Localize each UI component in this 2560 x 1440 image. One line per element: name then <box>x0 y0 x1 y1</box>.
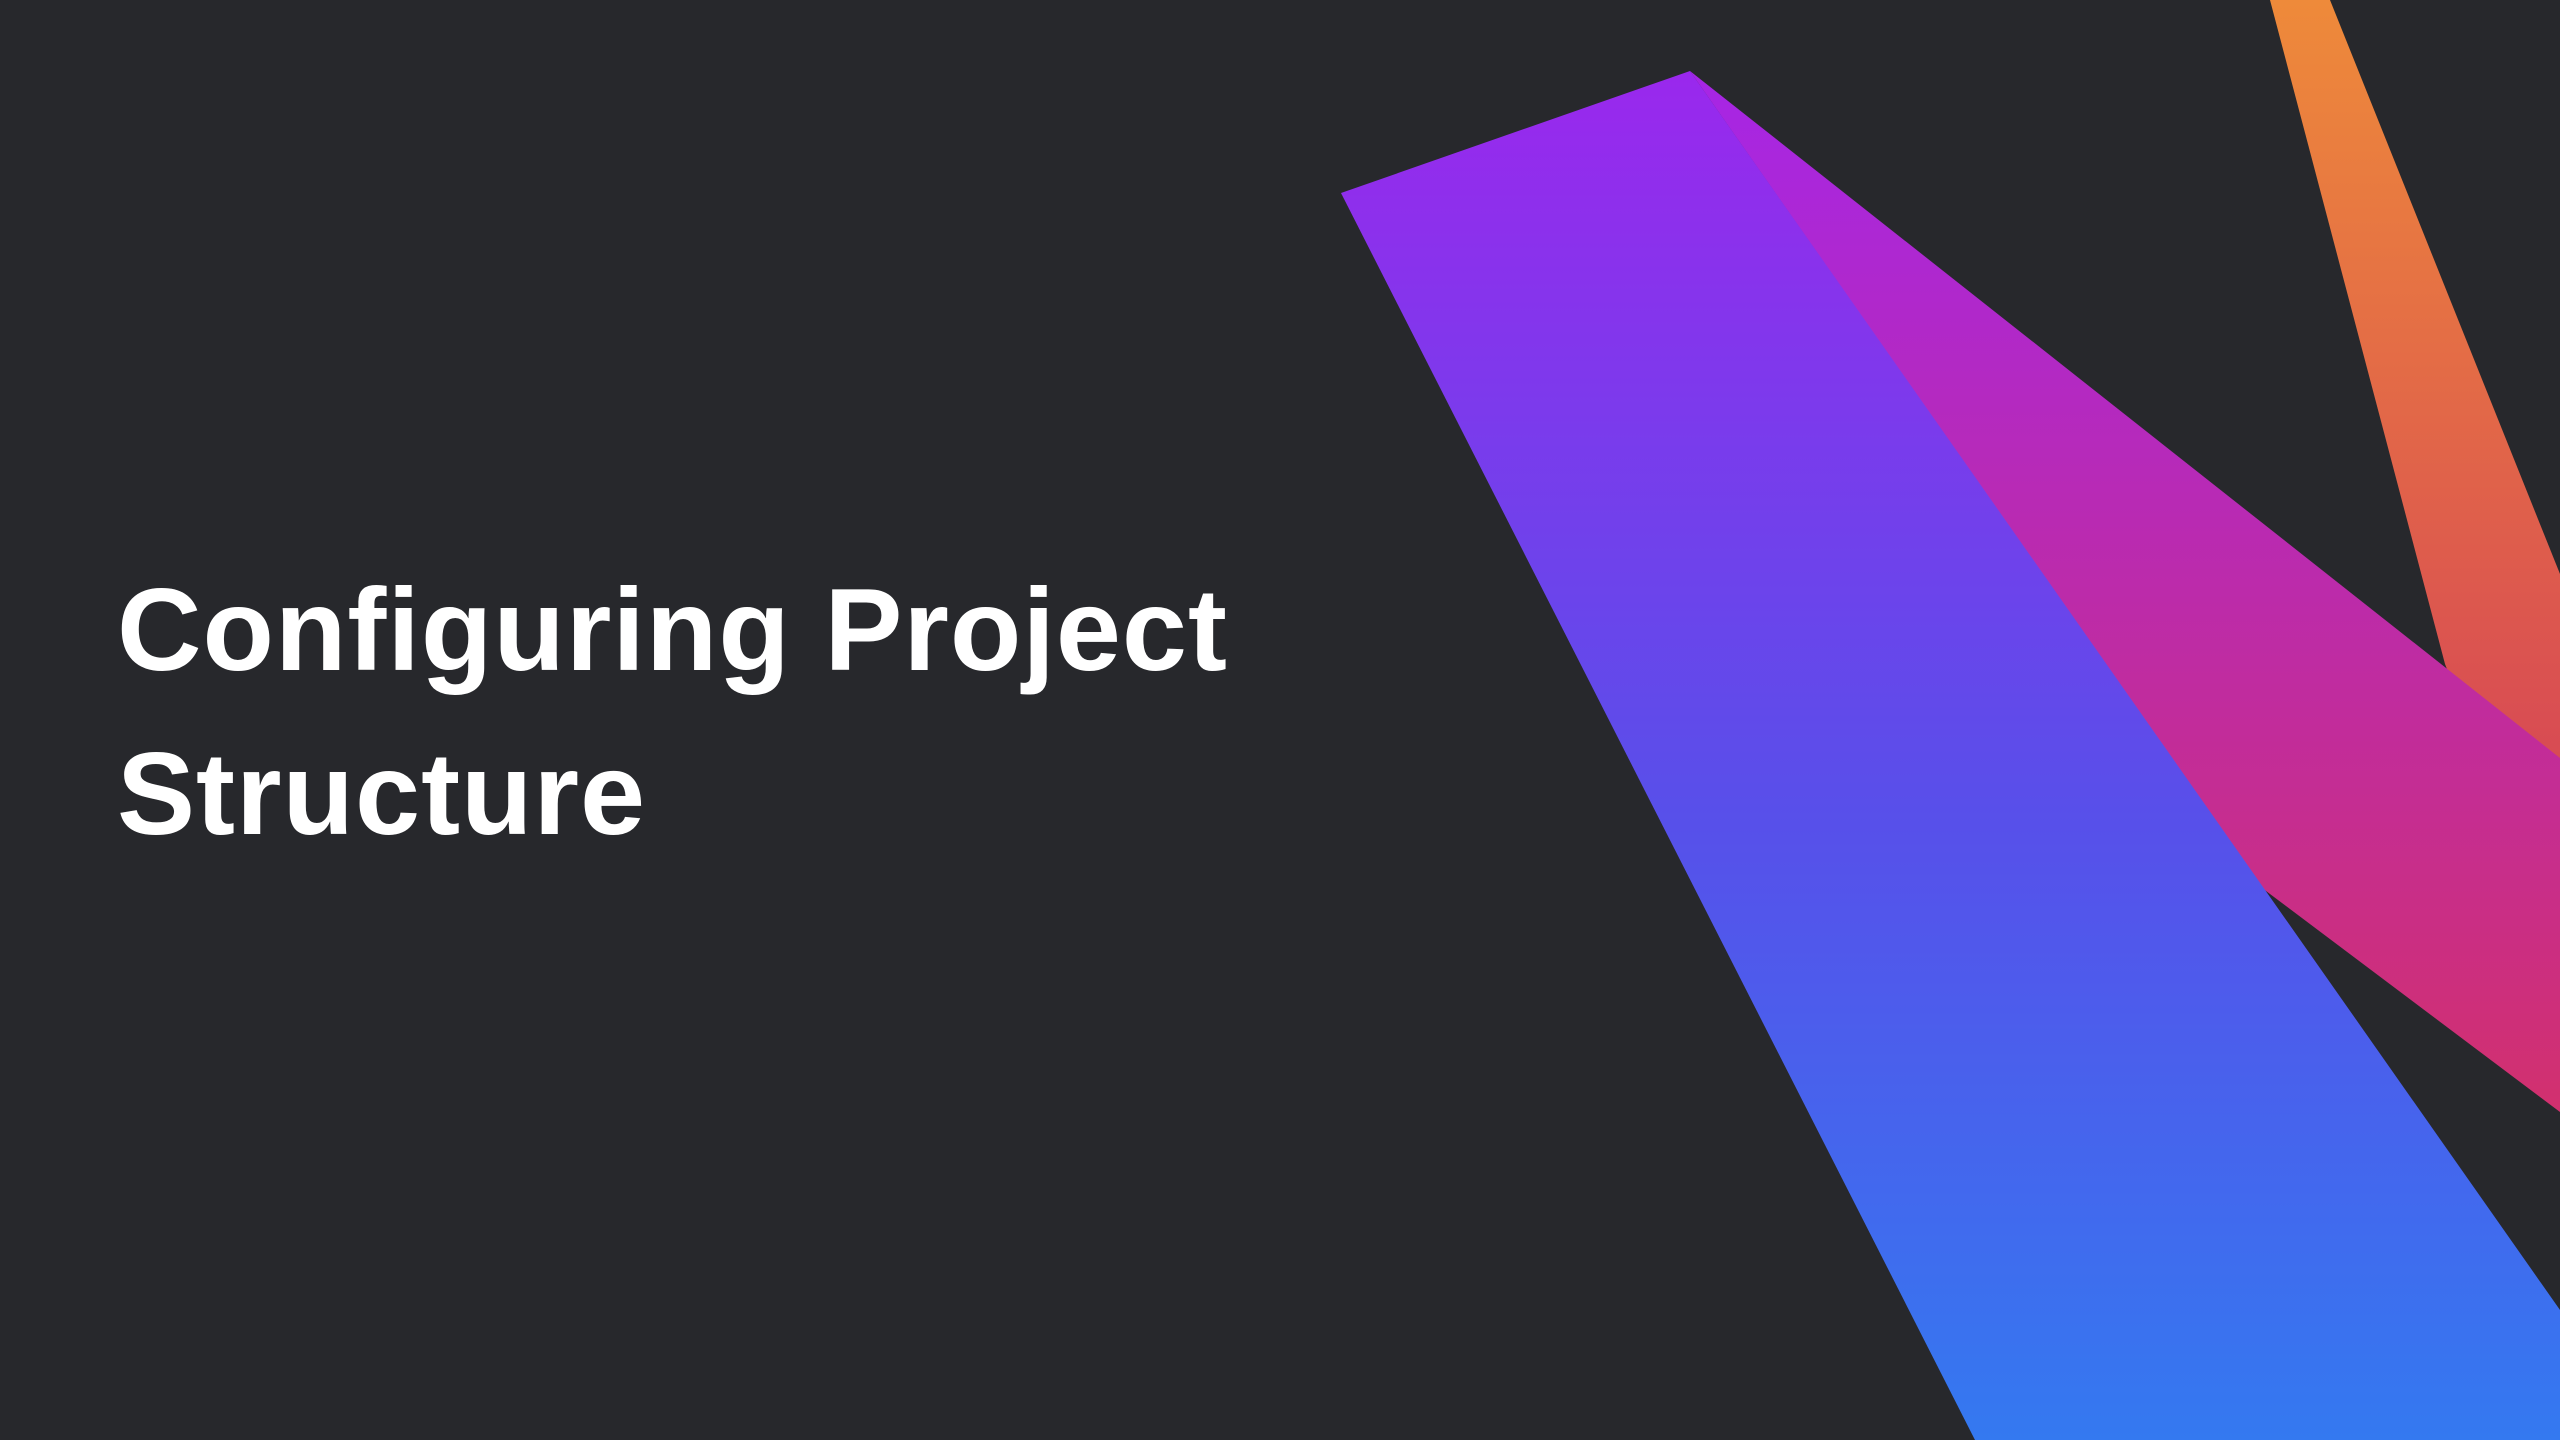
slide-title-line-1: Configuring Project <box>117 564 1228 695</box>
slide-title-line-2: Structure <box>117 728 647 859</box>
title-slide: Configuring Project Structure <box>0 0 2560 1440</box>
slide-title: Configuring Project Structure <box>117 548 1417 876</box>
